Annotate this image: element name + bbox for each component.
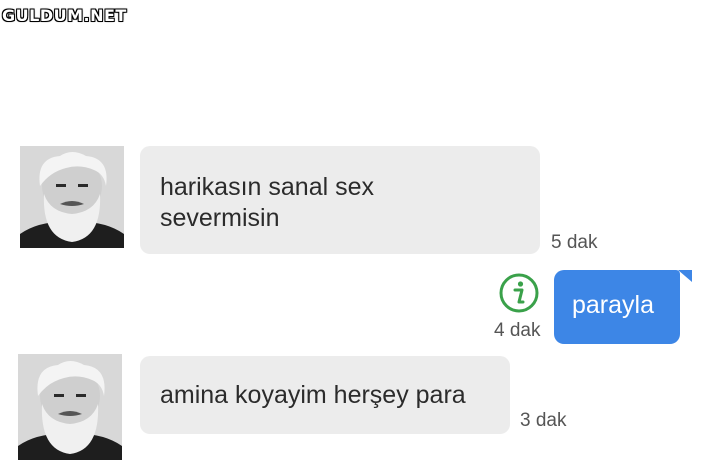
- message-line: harikasın sanal sex: [160, 173, 375, 201]
- message-line: parayla: [572, 291, 654, 319]
- message-timestamp: 4 dak: [494, 320, 541, 341]
- message-bubble[interactable]: parayla: [554, 270, 680, 344]
- info-icon[interactable]: [498, 272, 540, 319]
- watermark-logo: GULDUM.NET: [2, 6, 127, 25]
- message-timestamp: 5 dak: [551, 232, 598, 253]
- message-line: severmisin: [160, 204, 280, 232]
- message-bubble[interactable]: amina koyayim herşey para: [140, 356, 510, 434]
- message-timestamp: 3 dak: [520, 410, 567, 431]
- message-line: amina koyayim herşey para: [160, 381, 466, 409]
- sender-avatar[interactable]: [18, 354, 122, 460]
- message-bubble[interactable]: harikasın sanal sex severmisin: [140, 146, 540, 254]
- bubble-tail: [678, 270, 692, 282]
- sender-avatar[interactable]: [20, 146, 124, 248]
